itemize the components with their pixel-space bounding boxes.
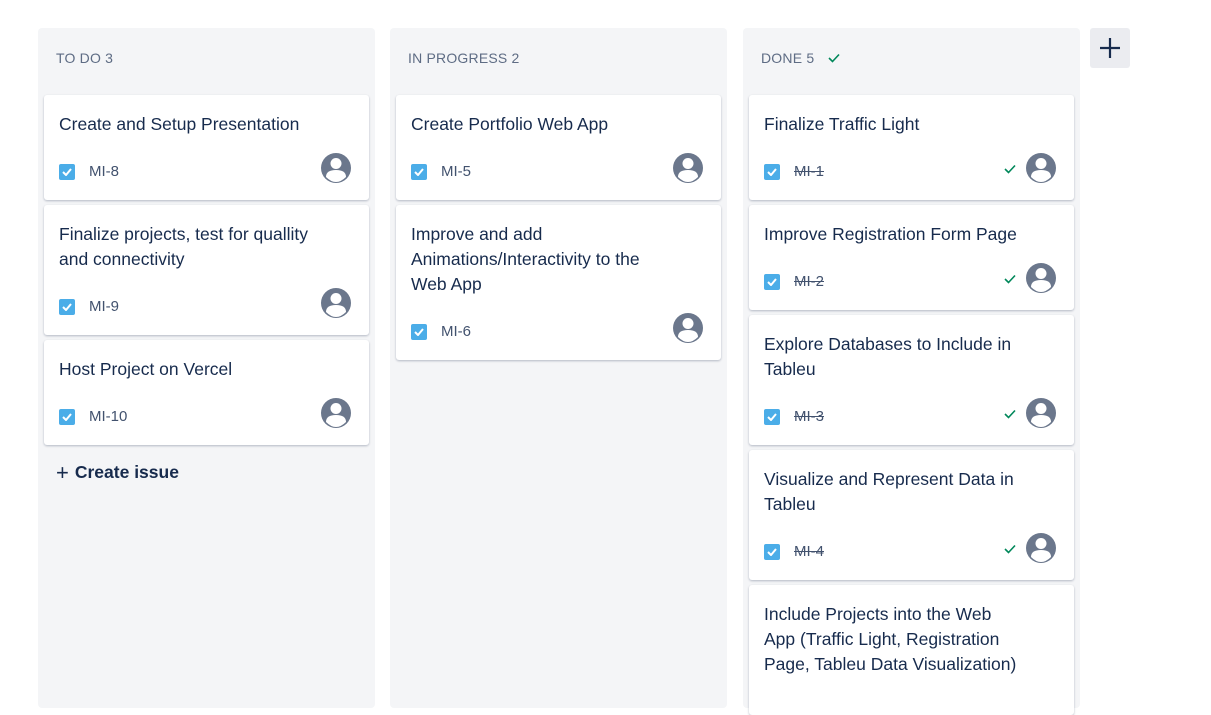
column-header: IN PROGRESS 2 [408, 50, 520, 66]
add-column-button[interactable] [1090, 28, 1130, 68]
plus-icon [1100, 38, 1120, 58]
check-icon [1004, 161, 1016, 177]
create-issue-button[interactable]: + Create issue [56, 459, 179, 485]
issue-summary: Visualize and Represent Data in Tableu [764, 469, 1014, 514]
issue-key[interactable]: MI-1 [794, 163, 824, 180]
checkbox-icon [764, 163, 780, 180]
avatar-icon[interactable] [320, 152, 352, 184]
issue-summary: Improve Registration Form Page [764, 224, 1017, 244]
avatar-icon[interactable] [320, 397, 352, 429]
avatar-icon[interactable] [1025, 262, 1057, 294]
check-icon [1004, 541, 1016, 557]
avatar-icon[interactable] [672, 152, 704, 184]
avatar-icon[interactable] [1025, 152, 1057, 184]
issue-card[interactable]: Explore Databases to Include in Tableu M… [749, 315, 1074, 445]
column-title: TO DO 3 [56, 50, 114, 66]
column-todo: TO DO 3 Create and Setup Presentation MI… [38, 28, 375, 708]
checkbox-icon [764, 273, 780, 290]
avatar-icon[interactable] [672, 312, 704, 344]
create-issue-label: Create issue [74, 462, 179, 482]
checkbox-icon [411, 163, 427, 180]
issue-card[interactable]: Improve Registration Form Page MI-2 [749, 205, 1074, 310]
plus-icon: + [56, 459, 69, 485]
avatar-icon[interactable] [320, 287, 352, 319]
avatar-icon[interactable] [1025, 397, 1057, 429]
checkbox-icon [764, 543, 780, 560]
issue-card[interactable]: Include Projects into the Web App (Traff… [749, 585, 1074, 715]
column-title: IN PROGRESS 2 [408, 50, 520, 66]
column-done: DONE 5 Finalize Traffic Light MI-1 Impro… [743, 28, 1080, 715]
issue-card[interactable]: Visualize and Represent Data in Tableu M… [749, 450, 1074, 580]
column-title: DONE 5 [761, 50, 815, 66]
issue-summary: Improve and add Animations/Interactivity… [411, 224, 640, 294]
issue-key[interactable]: MI-8 [89, 163, 119, 180]
checkbox-icon [59, 408, 75, 425]
check-icon [828, 50, 840, 66]
issue-key[interactable]: MI-2 [794, 273, 824, 290]
issue-key[interactable]: MI-6 [441, 323, 471, 340]
check-icon [1004, 271, 1016, 287]
checkbox-icon [59, 298, 75, 315]
issue-card[interactable]: Create and Setup Presentation MI-8 [44, 95, 369, 200]
issue-card[interactable]: Finalize Traffic Light MI-1 [749, 95, 1074, 200]
column-header: DONE 5 [761, 50, 840, 66]
issue-summary: Include Projects into the Web App (Traff… [764, 604, 1017, 674]
issue-key[interactable]: MI-4 [794, 543, 824, 560]
avatar-icon[interactable] [1025, 532, 1057, 564]
issue-summary: Finalize Traffic Light [764, 114, 920, 134]
issue-summary: Explore Databases to Include in Tableu [764, 334, 1012, 379]
issue-key[interactable]: MI-10 [89, 408, 127, 425]
issue-key[interactable]: MI-5 [441, 163, 471, 180]
issue-card[interactable]: Host Project on Vercel MI-10 [44, 340, 369, 445]
issue-summary: Create and Setup Presentation [59, 114, 300, 134]
checkbox-icon [59, 163, 75, 180]
checkbox-icon [764, 408, 780, 425]
issue-card[interactable]: Create Portfolio Web App MI-5 [396, 95, 721, 200]
issue-card[interactable]: Improve and add Animations/Interactivity… [396, 205, 721, 360]
issue-key[interactable]: MI-9 [89, 298, 119, 315]
issue-summary: Finalize projects, test for quallity and… [59, 224, 308, 269]
check-icon [1004, 406, 1016, 422]
issue-card[interactable]: Finalize projects, test for quallity and… [44, 205, 369, 335]
column-header: TO DO 3 [56, 50, 113, 66]
issue-summary: Create Portfolio Web App [411, 114, 609, 134]
issue-summary: Host Project on Vercel [59, 359, 233, 379]
checkbox-icon [411, 323, 427, 340]
column-in-progress: IN PROGRESS 2 Create Portfolio Web App M… [390, 28, 727, 708]
issue-key[interactable]: MI-3 [794, 408, 824, 425]
